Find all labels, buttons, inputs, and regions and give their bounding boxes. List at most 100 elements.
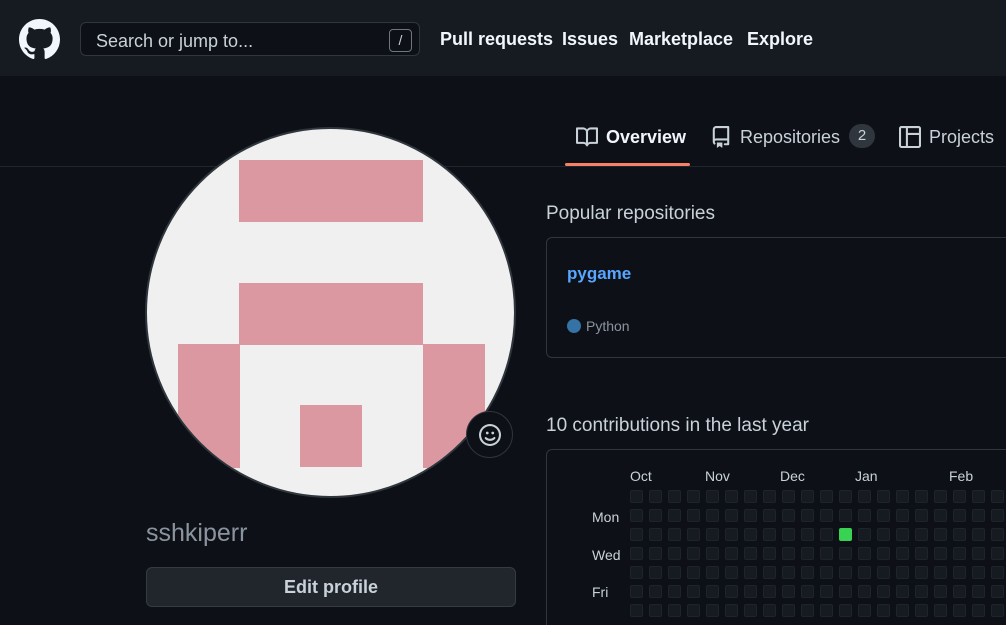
contribution-cell[interactable]	[972, 528, 985, 541]
contribution-cell[interactable]	[858, 547, 871, 560]
contribution-cell[interactable]	[725, 509, 738, 522]
contribution-cell[interactable]	[649, 566, 662, 579]
contribution-cell[interactable]	[972, 585, 985, 598]
nav-issues[interactable]: Issues	[562, 29, 618, 50]
contribution-cell[interactable]	[782, 566, 795, 579]
contribution-cell[interactable]	[782, 509, 795, 522]
contribution-cell[interactable]	[858, 509, 871, 522]
contribution-cell[interactable]	[991, 547, 1004, 560]
contribution-cell[interactable]	[839, 566, 852, 579]
contribution-cell[interactable]	[934, 566, 947, 579]
contribution-cell[interactable]	[744, 528, 757, 541]
contribution-cell[interactable]	[953, 490, 966, 503]
contribution-cell[interactable]	[915, 566, 928, 579]
contribution-cell[interactable]	[820, 547, 833, 560]
contribution-cell[interactable]	[725, 490, 738, 503]
contribution-cell[interactable]	[953, 509, 966, 522]
contribution-cell[interactable]	[839, 528, 852, 541]
contribution-cell[interactable]	[782, 490, 795, 503]
contribution-cell[interactable]	[877, 604, 890, 617]
contribution-cell[interactable]	[630, 509, 643, 522]
contribution-cell[interactable]	[934, 528, 947, 541]
contribution-cell[interactable]	[915, 509, 928, 522]
contribution-cell[interactable]	[687, 566, 700, 579]
github-logo-icon[interactable]	[19, 19, 60, 60]
contribution-cell[interactable]	[991, 566, 1004, 579]
contribution-cell[interactable]	[839, 585, 852, 598]
search-input[interactable]: Search or jump to... /	[80, 22, 420, 56]
contribution-cell[interactable]	[991, 585, 1004, 598]
contribution-cell[interactable]	[972, 547, 985, 560]
nav-marketplace[interactable]: Marketplace	[629, 29, 733, 50]
contribution-cell[interactable]	[649, 547, 662, 560]
contribution-cell[interactable]	[687, 604, 700, 617]
contribution-cell[interactable]	[820, 509, 833, 522]
contribution-cell[interactable]	[896, 528, 909, 541]
contribution-cell[interactable]	[953, 604, 966, 617]
contribution-cell[interactable]	[858, 528, 871, 541]
contribution-cell[interactable]	[915, 490, 928, 503]
contribution-cell[interactable]	[706, 528, 719, 541]
contribution-cell[interactable]	[630, 490, 643, 503]
contribution-cell[interactable]	[896, 566, 909, 579]
contribution-cell[interactable]	[820, 566, 833, 579]
contribution-cell[interactable]	[801, 566, 814, 579]
contribution-cell[interactable]	[725, 566, 738, 579]
contribution-cell[interactable]	[744, 547, 757, 560]
contribution-cell[interactable]	[839, 547, 852, 560]
contribution-cell[interactable]	[915, 547, 928, 560]
contribution-cell[interactable]	[877, 585, 890, 598]
contribution-cell[interactable]	[725, 604, 738, 617]
contribution-cell[interactable]	[706, 604, 719, 617]
contribution-cell[interactable]	[858, 604, 871, 617]
contribution-cell[interactable]	[668, 604, 681, 617]
contribution-cell[interactable]	[649, 528, 662, 541]
contribution-cell[interactable]	[763, 528, 776, 541]
contribution-cell[interactable]	[668, 509, 681, 522]
contribution-cell[interactable]	[858, 490, 871, 503]
contribution-cell[interactable]	[668, 585, 681, 598]
contribution-cell[interactable]	[839, 490, 852, 503]
contribution-cell[interactable]	[725, 547, 738, 560]
contribution-cell[interactable]	[649, 585, 662, 598]
contribution-cell[interactable]	[687, 509, 700, 522]
contribution-cell[interactable]	[668, 490, 681, 503]
contribution-cell[interactable]	[649, 490, 662, 503]
contribution-cell[interactable]	[991, 490, 1004, 503]
contribution-cell[interactable]	[763, 509, 776, 522]
contribution-cell[interactable]	[744, 509, 757, 522]
contribution-cell[interactable]	[896, 604, 909, 617]
contribution-cell[interactable]	[991, 509, 1004, 522]
contribution-cell[interactable]	[687, 585, 700, 598]
contribution-cell[interactable]	[877, 490, 890, 503]
contribution-cell[interactable]	[972, 509, 985, 522]
contribution-cell[interactable]	[630, 547, 643, 560]
contribution-cell[interactable]	[706, 566, 719, 579]
contribution-cell[interactable]	[801, 528, 814, 541]
contribution-cell[interactable]	[858, 566, 871, 579]
contribution-cell[interactable]	[953, 528, 966, 541]
contribution-cell[interactable]	[820, 490, 833, 503]
contribution-cell[interactable]	[896, 547, 909, 560]
tab-repositories[interactable]: Repositories 2	[710, 124, 876, 166]
contribution-cell[interactable]	[649, 604, 662, 617]
contribution-cell[interactable]	[630, 566, 643, 579]
tab-overview[interactable]: Overview	[576, 124, 686, 166]
contribution-cell[interactable]	[744, 490, 757, 503]
contribution-cell[interactable]	[687, 490, 700, 503]
contribution-cell[interactable]	[649, 509, 662, 522]
contribution-cell[interactable]	[763, 547, 776, 560]
contribution-cell[interactable]	[934, 604, 947, 617]
contribution-cell[interactable]	[972, 566, 985, 579]
contribution-cell[interactable]	[877, 509, 890, 522]
contribution-cell[interactable]	[972, 604, 985, 617]
contribution-cell[interactable]	[668, 547, 681, 560]
contribution-cell[interactable]	[820, 528, 833, 541]
contribution-cell[interactable]	[953, 585, 966, 598]
contribution-cell[interactable]	[877, 547, 890, 560]
contribution-cell[interactable]	[991, 604, 1004, 617]
contribution-cell[interactable]	[858, 585, 871, 598]
contribution-cell[interactable]	[953, 547, 966, 560]
contribution-cell[interactable]	[934, 509, 947, 522]
contribution-cell[interactable]	[782, 604, 795, 617]
